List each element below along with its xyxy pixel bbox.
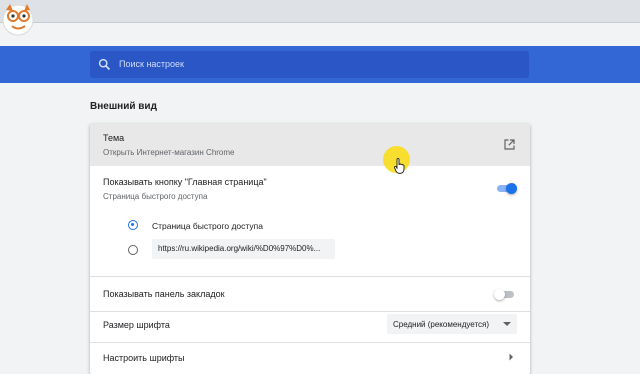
browser-top-strip (0, 0, 640, 23)
channel-logo (2, 4, 34, 36)
appearance-card: Тема Открыть Интернет-магазин Chrome Пок… (90, 124, 530, 374)
radio-new-tab-page-label: Страница быстрого доступа (152, 221, 263, 231)
home-button-section: Показывать кнопку "Главная страница" Стр… (90, 166, 530, 276)
theme-title: Тема (103, 133, 125, 143)
home-url-input[interactable]: https://ru.wikipedia.org/wiki/%D0%97%D0%… (152, 239, 335, 259)
bookmarks-bar-title: Показывать панель закладок (103, 289, 225, 299)
theme-row[interactable]: Тема Открыть Интернет-магазин Chrome (90, 124, 530, 166)
open-in-new-icon[interactable] (504, 139, 515, 150)
home-button-toggle[interactable] (495, 182, 517, 194)
font-size-select[interactable]: Средний (рекомендуется) (387, 314, 517, 334)
home-button-title: Показывать кнопку "Главная страница" (103, 177, 267, 187)
search-placeholder: Поиск настроек (119, 59, 184, 69)
font-size-value: Средний (рекомендуется) (393, 320, 490, 329)
hand-cursor-icon (394, 158, 405, 174)
bookmarks-bar-toggle[interactable] (494, 288, 516, 300)
search-settings-field[interactable]: Поиск настроек (90, 51, 529, 78)
home-button-subtitle: Страница быстрого доступа (103, 192, 208, 201)
radio-new-tab-page[interactable] (128, 220, 138, 230)
section-title-appearance: Внешний вид (90, 101, 157, 112)
customize-fonts-row[interactable]: Настроить шрифты (90, 343, 530, 373)
radio-custom-url[interactable] (128, 245, 138, 255)
bookmarks-bar-row[interactable]: Показывать панель закладок (90, 277, 530, 311)
toggle-knob (494, 289, 505, 300)
customize-fonts-title: Настроить шрифты (103, 353, 185, 363)
dropdown-arrow-icon (503, 322, 511, 326)
search-icon (98, 58, 111, 71)
font-size-title: Размер шрифта (103, 320, 170, 330)
theme-subtitle: Открыть Интернет-магазин Chrome (103, 148, 235, 157)
toggle-knob (506, 183, 517, 194)
